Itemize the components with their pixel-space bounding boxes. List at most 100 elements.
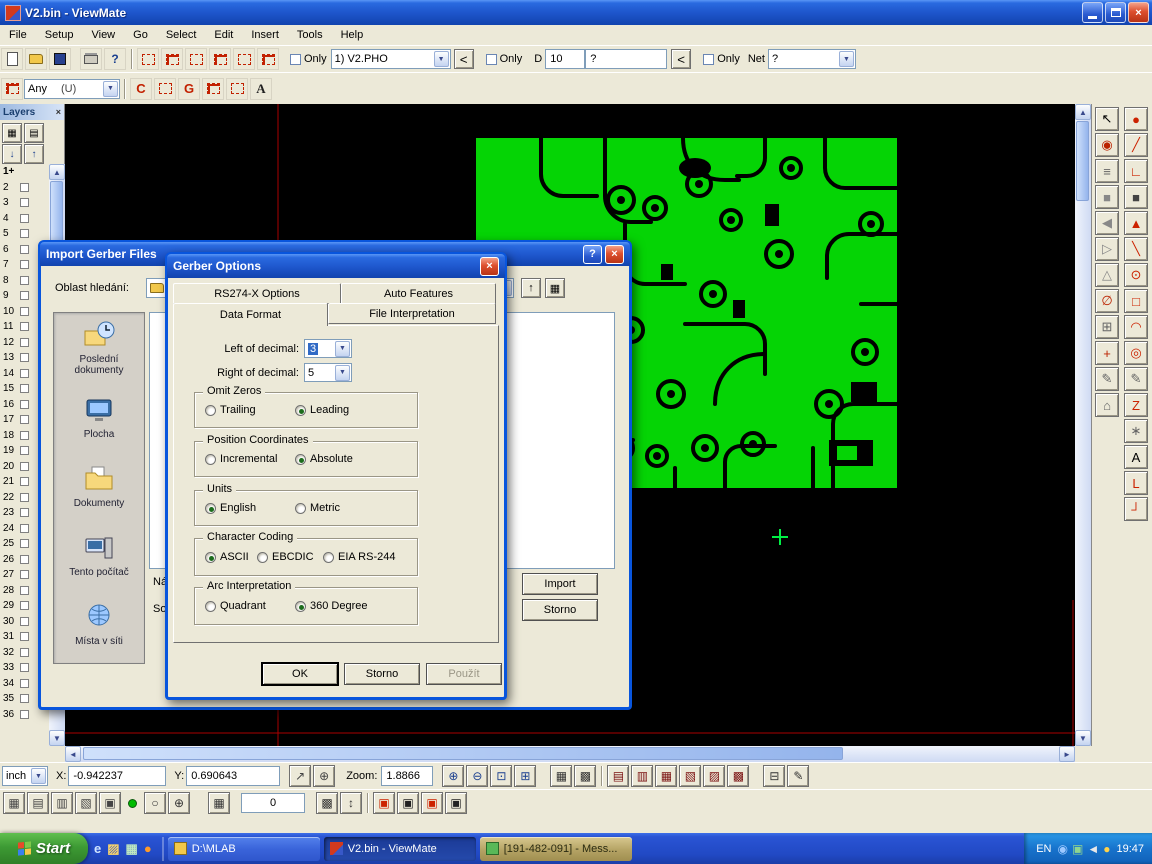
- filled-square-icon[interactable]: ■: [1095, 185, 1119, 209]
- radio-eia-rs244[interactable]: EIA RS-244: [323, 551, 395, 563]
- radio-360-degree[interactable]: 360 Degree: [295, 600, 368, 612]
- tab-auto-features[interactable]: Auto Features: [341, 283, 496, 304]
- messenger-tray-icon[interactable]: ▣: [1072, 842, 1083, 856]
- circle-aperture-button[interactable]: C: [130, 78, 152, 100]
- home-view-icon[interactable]: ⌂: [1095, 393, 1119, 417]
- layer-legend-icon[interactable]: ▤: [24, 123, 44, 143]
- layer-color-box[interactable]: [20, 694, 29, 703]
- dots-grid-icon[interactable]: ▩: [316, 792, 338, 814]
- vertical-scroll-thumb[interactable]: [1076, 121, 1089, 201]
- layer-color-box[interactable]: [20, 183, 29, 192]
- place-recent-documents[interactable]: Poslední dokumenty: [54, 313, 144, 382]
- menu-item[interactable]: Tools: [288, 27, 332, 43]
- only-dcode-toggle[interactable]: Only: [486, 53, 523, 65]
- pad-view-icon-3[interactable]: ▦: [655, 765, 677, 787]
- layer-row[interactable]: 3: [0, 195, 49, 211]
- menu-item[interactable]: Select: [157, 27, 206, 43]
- volume-icon[interactable]: ◄: [1087, 842, 1099, 856]
- move-layer-down-icon[interactable]: ↓: [2, 144, 22, 164]
- pad-view-icon-1[interactable]: ▤: [607, 765, 629, 787]
- radio-leading[interactable]: Leading: [295, 404, 349, 416]
- pad-view-icon-4[interactable]: ▧: [679, 765, 701, 787]
- window-titlebar[interactable]: V2.bin - ViewMate ×: [0, 0, 1152, 25]
- help-icon[interactable]: ?: [583, 245, 602, 264]
- board-view-icon-4[interactable]: ▧: [75, 792, 97, 814]
- ie-icon[interactable]: e: [94, 841, 101, 856]
- browser-icon[interactable]: ●: [144, 841, 152, 856]
- import-cancel-button[interactable]: Storno: [522, 599, 598, 621]
- radio-quadrant[interactable]: Quadrant: [205, 600, 266, 612]
- left-of-decimal-combo[interactable]: 3 ▼: [304, 339, 352, 358]
- zoom-out-icon[interactable]: ⊖: [466, 765, 488, 787]
- layer-color-box[interactable]: [20, 462, 29, 471]
- place-my-computer[interactable]: Tento počítač: [54, 520, 144, 589]
- layer-color-box[interactable]: [20, 539, 29, 548]
- ruler-icon[interactable]: [233, 48, 255, 70]
- place-documents[interactable]: Dokumenty: [54, 451, 144, 520]
- board-view-icon-2[interactable]: ▤: [27, 792, 49, 814]
- pad-view-icon-5[interactable]: ▨: [703, 765, 725, 787]
- layer-table-icon[interactable]: ▦: [2, 123, 22, 143]
- snap-vertical-icon[interactable]: ↕: [340, 792, 362, 814]
- menu-item[interactable]: Edit: [205, 27, 242, 43]
- tab-rs274x-options[interactable]: RS274-X Options: [173, 283, 341, 304]
- measure-diagonal-icon[interactable]: ↗: [289, 765, 311, 787]
- radio-english[interactable]: English: [205, 502, 256, 514]
- triangle-tool-icon[interactable]: △: [1095, 263, 1119, 287]
- l-track-icon[interactable]: L: [1124, 471, 1148, 495]
- net-filter-combo[interactable]: ? ▼: [768, 49, 856, 69]
- layer-color-box[interactable]: [20, 229, 29, 238]
- trace-line-icon[interactable]: ╱: [1124, 133, 1148, 157]
- pad-target-icon[interactable]: ⊙: [1124, 263, 1148, 287]
- chevron-down-icon[interactable]: ▼: [434, 51, 449, 67]
- task-button-mlab[interactable]: D:\MLAB: [168, 837, 320, 861]
- trace-backslash-icon[interactable]: ╲: [1124, 237, 1148, 261]
- menu-item[interactable]: Setup: [36, 27, 83, 43]
- layer-list-icon[interactable]: ≡: [1095, 159, 1119, 183]
- layer-color-box[interactable]: [20, 446, 29, 455]
- pad-square-icon[interactable]: ■: [1124, 185, 1148, 209]
- layer-color-box[interactable]: [20, 710, 29, 719]
- text-label-icon[interactable]: A: [1124, 445, 1148, 469]
- close-icon[interactable]: ×: [480, 257, 499, 276]
- zoom-grid-icon[interactable]: ⊞: [514, 765, 536, 787]
- right-of-decimal-combo[interactable]: 5 ▼: [304, 363, 352, 382]
- layer-color-box[interactable]: [20, 400, 29, 409]
- board-view-icon-3[interactable]: ▥: [51, 792, 73, 814]
- pad-triangle-icon[interactable]: ▲: [1124, 211, 1148, 235]
- flip-left-icon[interactable]: ◀: [1095, 211, 1119, 235]
- tab-data-format[interactable]: Data Format: [173, 303, 328, 326]
- radio-absolute[interactable]: Absolute: [295, 453, 353, 465]
- layer-color-box[interactable]: [20, 679, 29, 688]
- layer-row[interactable]: 1+: [0, 164, 49, 180]
- radio-trailing[interactable]: Trailing: [205, 404, 256, 416]
- layer-color-box[interactable]: [20, 198, 29, 207]
- pad-view-icon-6[interactable]: ▩: [727, 765, 749, 787]
- diameter-tool-icon[interactable]: ∅: [1095, 289, 1119, 313]
- grid-toggle-icon[interactable]: ▦: [550, 765, 572, 787]
- layers-panel-titlebar[interactable]: Layers ×: [0, 104, 64, 120]
- scroll-up-icon[interactable]: ▲: [49, 164, 65, 180]
- chevron-down-icon[interactable]: ▼: [31, 768, 46, 784]
- layer-color-box[interactable]: [20, 524, 29, 533]
- close-icon[interactable]: ×: [605, 245, 624, 264]
- pad-dark-icon-2[interactable]: ▣: [445, 792, 467, 814]
- prev-layer-button[interactable]: <: [454, 49, 474, 69]
- scroll-up-icon[interactable]: ▲: [1075, 104, 1091, 120]
- board-view-icon-5[interactable]: ▣: [99, 792, 121, 814]
- edit-icon[interactable]: ✎: [787, 765, 809, 787]
- zoom-window-icon[interactable]: ⊡: [490, 765, 512, 787]
- restore-button[interactable]: [1105, 2, 1126, 23]
- select-item-icon[interactable]: [161, 48, 183, 70]
- language-bar-icon[interactable]: ◉: [1058, 842, 1068, 856]
- arc-trace-icon[interactable]: ◠: [1124, 315, 1148, 339]
- scroll-down-icon[interactable]: ▼: [49, 730, 65, 746]
- print-icon[interactable]: [80, 48, 102, 70]
- scroll-left-icon[interactable]: ◄: [65, 746, 81, 762]
- only-layer-toggle[interactable]: Only: [290, 53, 327, 65]
- radio-metric[interactable]: Metric: [295, 502, 340, 514]
- menu-item[interactable]: Insert: [242, 27, 288, 43]
- menu-item[interactable]: Go: [124, 27, 157, 43]
- layer-color-box[interactable]: [20, 369, 29, 378]
- pointer-icon[interactable]: ↖: [1095, 107, 1119, 131]
